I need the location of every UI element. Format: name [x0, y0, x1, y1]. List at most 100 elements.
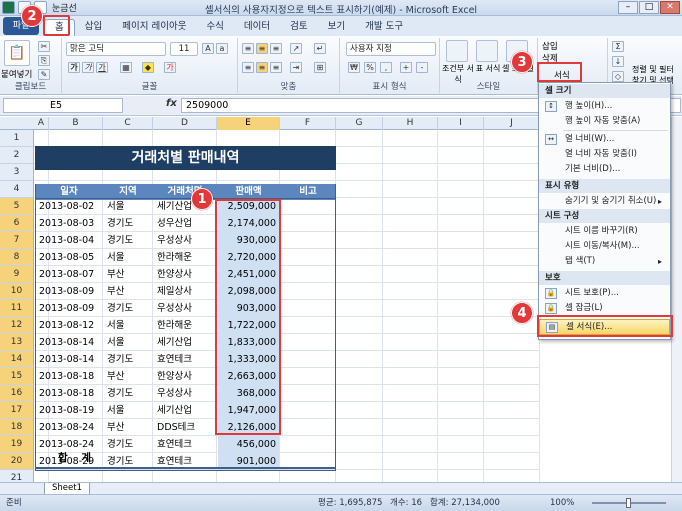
column-header[interactable]: B	[49, 117, 103, 130]
table-cell[interactable]: 경기도	[104, 232, 152, 249]
row-header[interactable]: 7	[0, 232, 34, 249]
vertical-scrollbar[interactable]	[671, 117, 682, 482]
format-painter-icon[interactable]: ✎	[38, 69, 50, 80]
note-cell[interactable]	[281, 368, 335, 385]
table-cell[interactable]: 2013-08-14	[36, 334, 102, 351]
table-cell[interactable]: 2013-08-18	[36, 368, 102, 385]
menu-item-hide-unhide[interactable]: 숨기기 및 숨기기 취소(U) ▸	[539, 194, 670, 209]
note-cell[interactable]	[281, 300, 335, 317]
tab-data[interactable]: 데이터	[234, 19, 280, 36]
row-header[interactable]: 13	[0, 334, 34, 351]
table-cell[interactable]: 경기도	[104, 351, 152, 368]
comma-icon[interactable]: ,	[380, 62, 392, 73]
name-box[interactable]: E5	[3, 98, 123, 113]
table-cell[interactable]: 경기도	[104, 300, 152, 317]
table-cell[interactable]: 경기도	[104, 436, 152, 453]
table-cell[interactable]: 2013-08-14	[36, 351, 102, 368]
border-icon[interactable]: ▦	[120, 62, 132, 73]
note-cell[interactable]	[281, 436, 335, 453]
column-header[interactable]: E	[217, 117, 280, 130]
row-header[interactable]: 2	[0, 147, 34, 164]
row-header[interactable]: 16	[0, 385, 34, 402]
paste-icon[interactable]: 📋	[4, 40, 30, 66]
column-header[interactable]: A	[34, 117, 49, 130]
note-cell[interactable]	[281, 419, 335, 436]
bold-icon[interactable]: 가	[68, 62, 80, 73]
tab-review[interactable]: 검토	[280, 19, 317, 36]
table-cell[interactable]: 우성상사	[154, 300, 216, 317]
clear-icon[interactable]: ◇	[612, 71, 624, 82]
table-cell[interactable]: 부산	[104, 368, 152, 385]
table-cell[interactable]: 세기산업	[154, 402, 216, 419]
copy-icon[interactable]: ⎘	[38, 55, 50, 66]
note-cell[interactable]	[281, 232, 335, 249]
tab-formulas[interactable]: 수식	[196, 19, 233, 36]
note-cell[interactable]	[281, 198, 335, 215]
align-bottom-icon[interactable]: ≡	[270, 43, 282, 54]
align-center-icon[interactable]: ≡	[256, 62, 268, 73]
table-cell[interactable]: 서울	[104, 198, 152, 215]
status-zoom[interactable]: 100%	[550, 495, 574, 511]
note-cell[interactable]	[281, 283, 335, 300]
column-header[interactable]: G	[336, 117, 383, 130]
table-cell[interactable]: 부산	[104, 283, 152, 300]
table-cell[interactable]: 2013-08-05	[36, 249, 102, 266]
conditional-format-icon[interactable]	[446, 40, 468, 62]
fill-icon[interactable]: ↓	[612, 56, 624, 67]
increase-decimal-icon[interactable]: +	[400, 62, 412, 73]
row-header[interactable]: 5	[0, 198, 34, 215]
table-cell[interactable]: DDS테크	[154, 419, 216, 436]
row-header[interactable]: 9	[0, 266, 34, 283]
column-header[interactable]: J	[484, 117, 540, 130]
table-cell[interactable]: 제일상사	[154, 283, 216, 300]
worksheet-grid[interactable]: ABCDEFGHIJ 1 2 3 4 5 6 7 8 9 10 11 12 13 14 15 16 17 18 19…	[0, 117, 540, 482]
table-cell[interactable]: 부산	[104, 266, 152, 283]
note-cell[interactable]	[281, 402, 335, 419]
tab-page-layout[interactable]: 페이지 레이아웃	[112, 19, 196, 36]
minimize-button[interactable]: –	[618, 1, 638, 14]
row-header[interactable]: 17	[0, 402, 34, 419]
table-cell[interactable]: 우성상사	[154, 385, 216, 402]
align-right-icon[interactable]: ≡	[270, 62, 282, 73]
table-format-button[interactable]: 표 서식	[474, 63, 502, 74]
table-cell[interactable]: 2013-08-03	[36, 215, 102, 232]
row-header[interactable]: 21	[0, 470, 34, 482]
underline-icon[interactable]: 가	[96, 62, 108, 73]
font-name-select[interactable]: 맑은 고딕	[66, 42, 166, 56]
table-cell[interactable]: 효연테크	[154, 351, 216, 368]
autosum-icon[interactable]: Σ	[612, 41, 624, 52]
table-cell[interactable]: 경기도	[104, 385, 152, 402]
menu-item-col-width[interactable]: ↔ 열 너비(W)...	[539, 132, 670, 147]
note-cell[interactable]	[281, 351, 335, 368]
row-header[interactable]: 10	[0, 283, 34, 300]
table-cell[interactable]: 서울	[104, 334, 152, 351]
currency-icon[interactable]: ₩	[348, 62, 360, 73]
table-cell[interactable]: 2013-08-12	[36, 317, 102, 334]
menu-item-protect-sheet[interactable]: 🔒 시트 보호(P)...	[539, 286, 670, 301]
menu-item-col-autofit[interactable]: 열 너비 자동 맞춤(I)	[539, 147, 670, 162]
note-cell[interactable]	[281, 385, 335, 402]
note-cell[interactable]	[281, 334, 335, 351]
menu-item-row-autofit[interactable]: 행 높이 자동 맞춤(A)	[539, 114, 670, 129]
row-header[interactable]: 15	[0, 368, 34, 385]
zoom-slider-handle[interactable]	[626, 498, 631, 508]
table-cell[interactable]: 한라해운	[154, 317, 216, 334]
italic-icon[interactable]: 가	[82, 62, 94, 73]
align-top-icon[interactable]: ≡	[242, 43, 254, 54]
maximize-button[interactable]: □	[639, 1, 659, 14]
menu-item-tab-color[interactable]: 탭 색(T) ▸	[539, 254, 670, 269]
row-header[interactable]: 18	[0, 419, 34, 436]
cut-icon[interactable]: ✂	[38, 41, 50, 52]
table-cell[interactable]: 경기도	[104, 215, 152, 232]
function-icon[interactable]: fx	[166, 98, 177, 109]
table-cell[interactable]: 2013-08-02	[36, 198, 102, 215]
column-header[interactable]: H	[383, 117, 438, 130]
row-header[interactable]: 1	[0, 130, 34, 147]
wrap-text-icon[interactable]: ↵	[314, 43, 326, 54]
table-cell[interactable]: 서울	[104, 402, 152, 419]
sort-find-button[interactable]: 정렬 및 필터	[632, 64, 682, 75]
column-header[interactable]: D	[153, 117, 217, 130]
sales-cell[interactable]: 456,000	[218, 436, 279, 453]
tab-developer[interactable]: 개발 도구	[355, 19, 413, 36]
note-cell[interactable]	[281, 215, 335, 232]
